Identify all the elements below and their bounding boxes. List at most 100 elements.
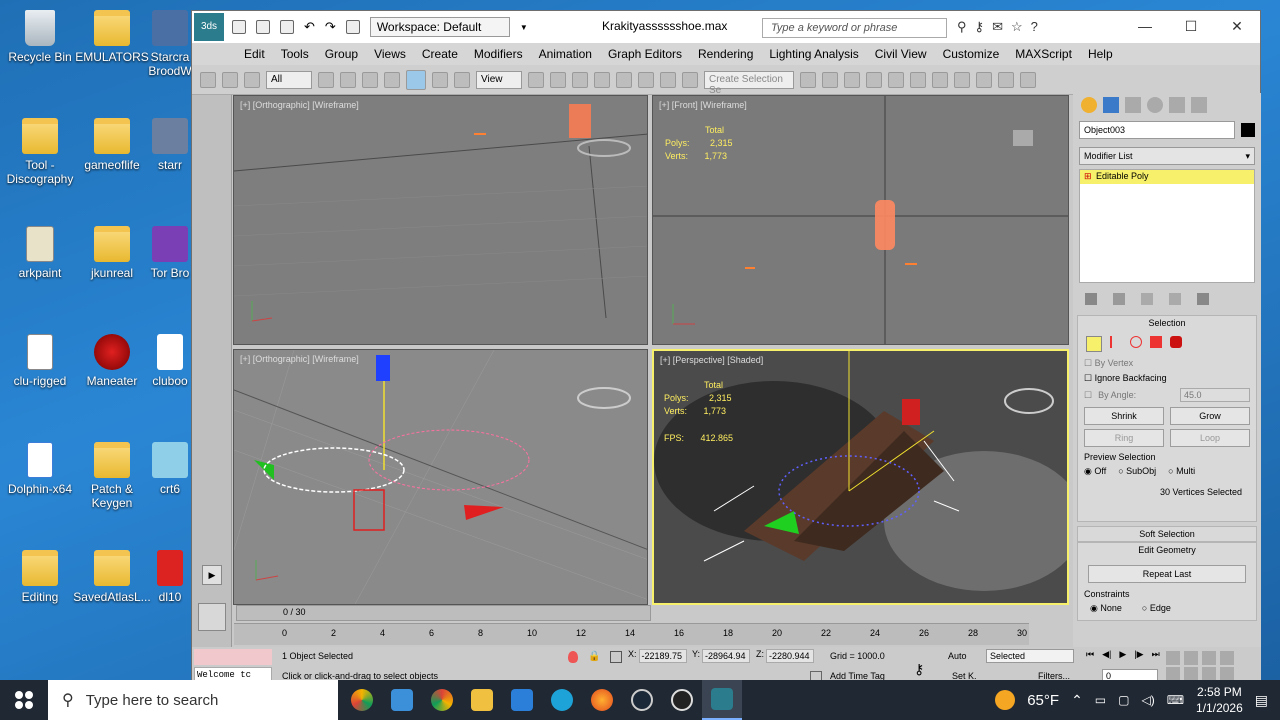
pan-icon[interactable] [1184,667,1198,681]
remove-modifier-icon[interactable] [1169,293,1181,305]
menu-civil-view[interactable]: Civil View [867,47,935,61]
chevron-up-icon[interactable]: ⌃ [1071,692,1083,709]
modifier-list-dropdown[interactable]: Modifier List ▾ [1079,147,1255,165]
make-unique-icon[interactable] [1141,293,1153,305]
align-icon[interactable] [822,71,838,88]
unlink-icon[interactable] [222,71,238,88]
desktop-icon-tor-browser[interactable]: Tor Bro [145,226,195,280]
track-bar[interactable]: 0 2 4 6 8 10 12 14 16 18 20 22 24 26 28 30 [234,623,1029,645]
link-icon[interactable] [200,71,216,88]
coord-x-field[interactable]: -22189.75 [638,649,687,663]
shrink-button[interactable]: Shrink [1084,407,1164,425]
render-cloud-icon[interactable] [1020,71,1036,88]
desktop-icon-tool-discography[interactable]: Tool - Discography [0,118,80,186]
selection-filter-dropdown[interactable]: All [266,70,312,89]
menu-maxscript[interactable]: MAXScript [1007,47,1080,61]
taskbar-app-explorer[interactable] [462,680,502,720]
star-icon[interactable]: ☆ [1011,19,1023,35]
weather-temp[interactable]: 65°F [1027,692,1059,709]
viewport-bottom-left[interactable]: [+] [Orthographic] [Wireframe] [233,349,648,605]
modify-tab-icon[interactable] [1103,97,1119,113]
play-icon[interactable]: ▶ [1119,649,1126,660]
desktop-icon-dolphin[interactable]: Dolphin-x64 [0,442,80,496]
absolute-mode-icon[interactable] [610,651,622,663]
ring-button[interactable]: Ring [1084,429,1164,447]
snap-icon[interactable] [594,71,610,88]
object-color-swatch[interactable] [1241,123,1255,137]
motion-tab-icon[interactable] [1147,97,1163,113]
auto-key-button[interactable]: Auto [948,651,967,661]
taskbar-app-steam[interactable] [622,680,662,720]
desktop-icon-recycle-bin[interactable]: Recycle Bin [0,10,80,64]
viewport-top-left[interactable]: [+] [Orthographic] [Wireframe] [233,95,648,345]
isolate-icon[interactable] [568,651,578,663]
go-to-start-icon[interactable]: ⏮ [1086,649,1094,660]
spinner-snap-icon[interactable] [660,71,676,88]
schematic-view-icon[interactable] [910,71,926,88]
coord-y-field[interactable]: -28964.94 [702,649,751,663]
desktop-icon-cluboo[interactable]: cluboo [145,334,195,388]
network-icon[interactable]: ▭ [1095,693,1106,707]
hierarchy-tab-icon[interactable] [1125,97,1141,113]
ignore-backfacing-checkbox[interactable]: ☐ Ignore Backfacing [1084,371,1250,386]
workspace-dropdown[interactable]: Workspace: Default [369,17,510,37]
time-slider[interactable]: 0 / 30 [236,605,651,621]
rollout-title[interactable]: Selection [1084,318,1250,332]
desktop-icon-arkpaint[interactable]: arkpaint [0,226,80,280]
new-file-icon[interactable] [232,20,246,34]
object-name-field[interactable]: Object003 [1079,121,1235,139]
exchange-icon[interactable]: ✉ [992,19,1003,35]
viewport-bottom-right[interactable]: [+] [Perspective] [Shaded] Total Polys: … [652,349,1069,605]
desktop-icon-clu-rigged[interactable]: clu-rigged [0,334,80,388]
preview-subobj-radio[interactable]: ○ SubObj [1118,466,1156,477]
close-button[interactable]: ✕ [1214,11,1260,41]
soft-selection-rollout[interactable]: Soft Selection [1077,526,1257,542]
menu-tools[interactable]: Tools [273,47,317,61]
menu-customize[interactable]: Customize [935,47,1008,61]
start-button[interactable] [0,680,48,720]
maximize-viewport-icon[interactable] [1220,667,1234,681]
desktop-icon-crt6[interactable]: crt6 [145,442,195,496]
render-frame-icon[interactable] [976,71,992,88]
menu-create[interactable]: Create [414,47,466,61]
zoom-all-icon[interactable] [1184,651,1198,665]
desktop-icon-emulators[interactable]: EMULATORS [72,10,152,64]
taskbar-app-files[interactable] [382,680,422,720]
menu-edit[interactable]: Edit [236,47,273,61]
manipulate-icon[interactable] [550,71,566,88]
bind-spacewarp-icon[interactable] [244,71,260,88]
repeat-last-button[interactable]: Repeat Last [1088,565,1246,583]
redo-icon[interactable]: ↷ [325,19,336,35]
language-icon[interactable]: ⌨ [1167,693,1184,707]
coord-z-field[interactable]: -2280.944 [766,649,814,663]
vertex-mode-icon[interactable] [1086,336,1102,352]
taskbar-app-store[interactable] [502,680,542,720]
weather-icon[interactable] [995,690,1016,710]
show-end-result-icon[interactable] [1113,293,1125,305]
clock[interactable]: 2:58 PM 1/1/2026 [1196,684,1243,716]
desktop-icon-patch-keygen[interactable]: Patch & Keygen [72,442,152,510]
menu-modifiers[interactable]: Modifiers [466,47,531,61]
zoom-extents-icon[interactable] [1202,651,1216,665]
material-editor-icon[interactable] [932,71,948,88]
preview-off-radio[interactable]: ◉ Off [1084,466,1106,477]
zoom-extents-all-icon[interactable] [1220,651,1234,665]
loop-button[interactable]: Loop [1170,429,1250,447]
taskbar-app-edge[interactable] [542,680,582,720]
key-icon[interactable]: ⚷ [914,661,924,678]
menu-help[interactable]: Help [1080,47,1121,61]
desktop-icon-starcraft[interactable]: Starcra BroodW [145,10,195,78]
checkbox[interactable]: ☐ [1084,373,1092,383]
select-by-name-icon[interactable] [340,71,356,88]
notification-icon[interactable]: ▤ [1255,692,1268,709]
help-icon[interactable]: ? [1031,19,1038,35]
viewport-label[interactable]: [+] [Orthographic] [Wireframe] [240,100,359,110]
render-production-icon[interactable] [998,71,1014,88]
viewport-label[interactable]: [+] [Orthographic] [Wireframe] [240,354,359,364]
next-frame-icon[interactable]: |▶ [1134,649,1143,660]
display-icon[interactable]: ▢ [1118,693,1129,707]
desktop-icon-maneater[interactable]: Maneater [72,334,152,388]
render-setup-icon[interactable] [954,71,970,88]
open-file-icon[interactable] [256,20,270,34]
rect-selection-icon[interactable] [362,71,378,88]
